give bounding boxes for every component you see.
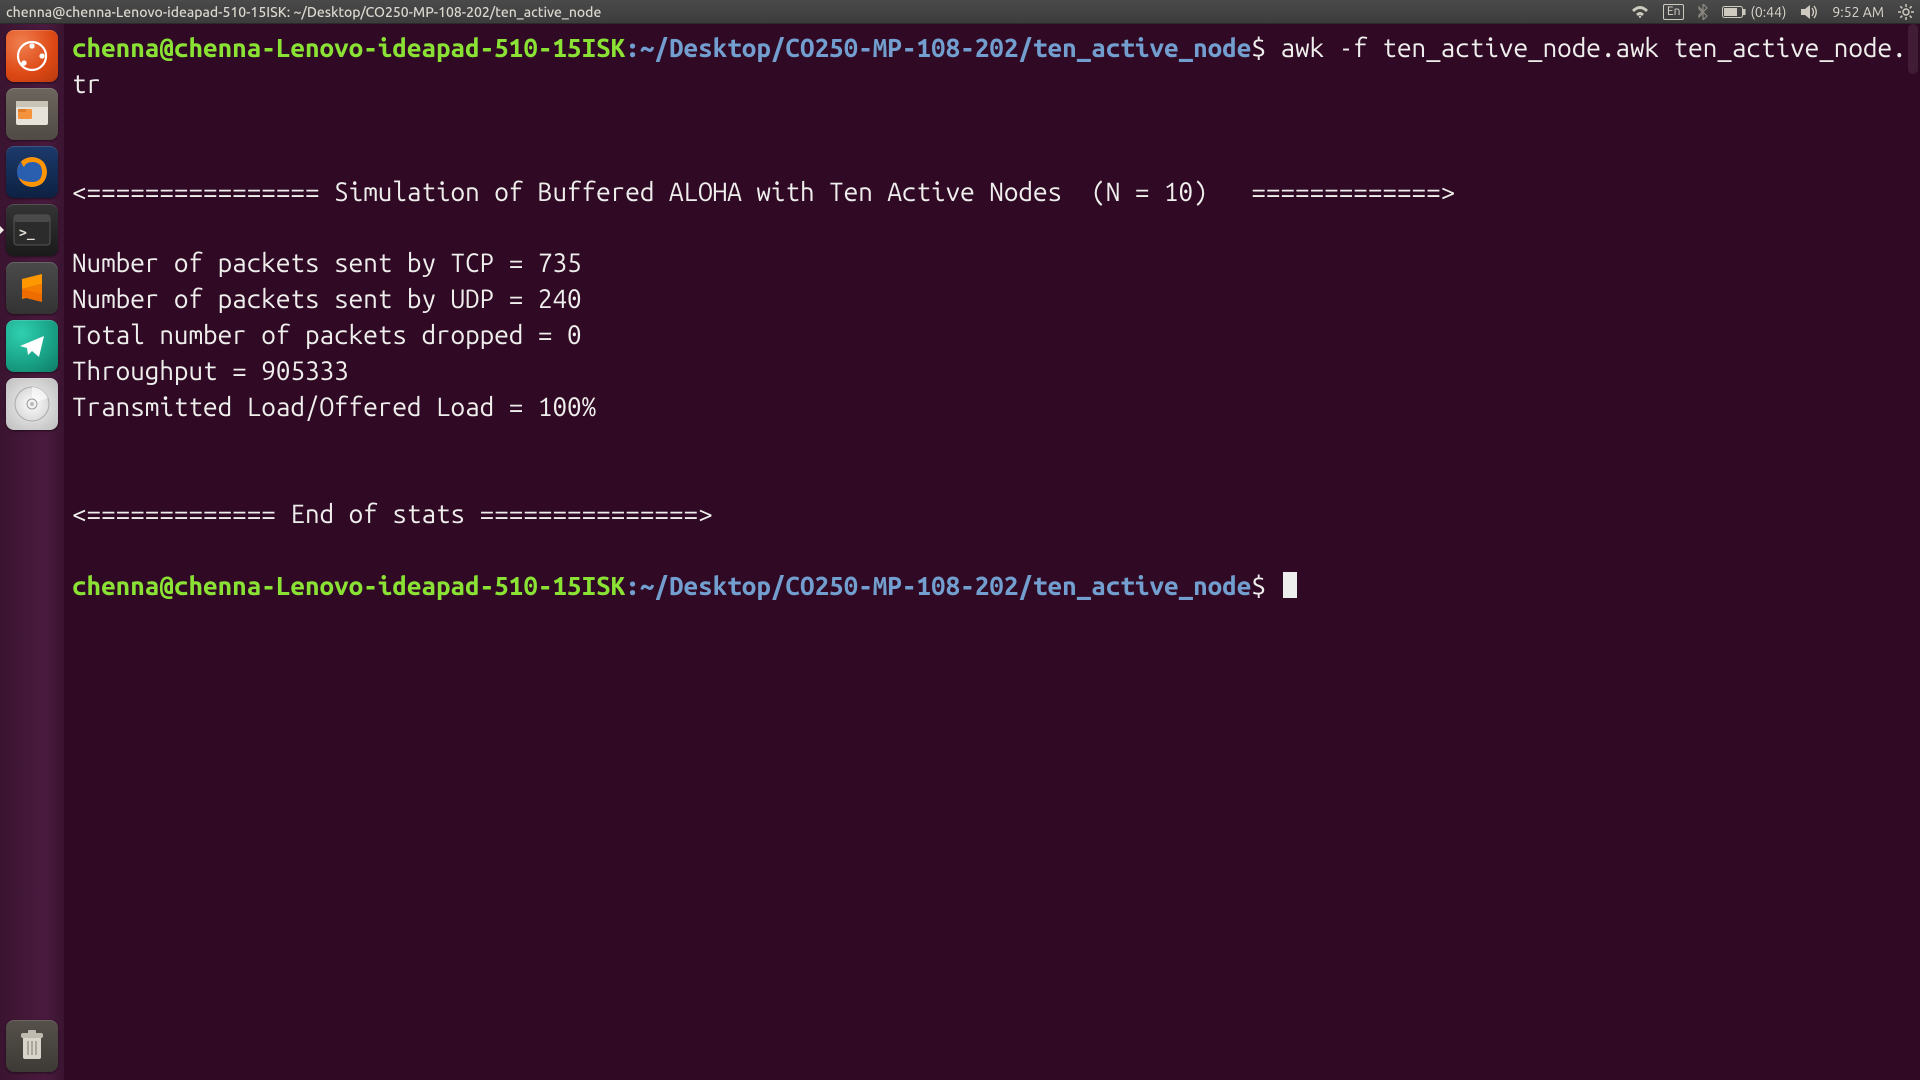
volume-icon[interactable] (1800, 5, 1818, 19)
terminal-output: <================ Simulation of Buffered… (72, 177, 1455, 529)
unity-launcher: >_ (0, 24, 64, 1080)
terminal-icon[interactable]: >_ (6, 204, 58, 256)
settings-gear-icon[interactable] (1898, 4, 1914, 20)
trash-icon[interactable] (6, 1020, 58, 1072)
dash-icon[interactable] (6, 30, 58, 82)
top-menubar: chenna@chenna-Lenovo-ideapad-510-15ISK: … (0, 0, 1920, 24)
prompt-sep: : (625, 33, 640, 62)
workspace: >_ chenna@chenna-Lenovo-ideapad-510-15IS… (0, 24, 1920, 1080)
files-icon[interactable] (6, 88, 58, 140)
terminal-window[interactable]: chenna@chenna-Lenovo-ideapad-510-15ISK:~… (64, 24, 1920, 1080)
battery-time-label: (0:44) (1750, 4, 1786, 20)
system-tray: En (0:44) 9:52 AM (1631, 4, 1914, 20)
disc-icon[interactable] (6, 378, 58, 430)
prompt-path: ~/Desktop/CO250-MP-108-202/ten_active_no… (640, 33, 1252, 62)
cursor-block (1283, 572, 1297, 598)
command-text (1266, 33, 1281, 62)
wifi-icon[interactable] (1631, 5, 1649, 19)
prompt-path-2: ~/Desktop/CO250-MP-108-202/ten_active_no… (640, 571, 1252, 600)
prompt-dollar: $ (1251, 33, 1266, 62)
firefox-icon[interactable] (6, 146, 58, 198)
prompt-user: chenna@chenna-Lenovo-ideapad-510-15ISK (72, 33, 625, 62)
clock-label[interactable]: 9:52 AM (1832, 4, 1884, 20)
terminal-content[interactable]: chenna@chenna-Lenovo-ideapad-510-15ISK:~… (64, 24, 1920, 1080)
language-indicator[interactable]: En (1663, 4, 1685, 20)
prompt-user-2: chenna@chenna-Lenovo-ideapad-510-15ISK (72, 571, 625, 600)
window-title: chenna@chenna-Lenovo-ideapad-510-15ISK: … (6, 4, 601, 20)
battery-indicator[interactable]: (0:44) (1722, 4, 1786, 20)
telegram-icon[interactable] (6, 320, 58, 372)
sublime-icon[interactable] (6, 262, 58, 314)
scrollbar-thumb[interactable] (1908, 24, 1918, 74)
bluetooth-icon[interactable] (1698, 4, 1708, 20)
svg-text:>_: >_ (19, 226, 35, 241)
